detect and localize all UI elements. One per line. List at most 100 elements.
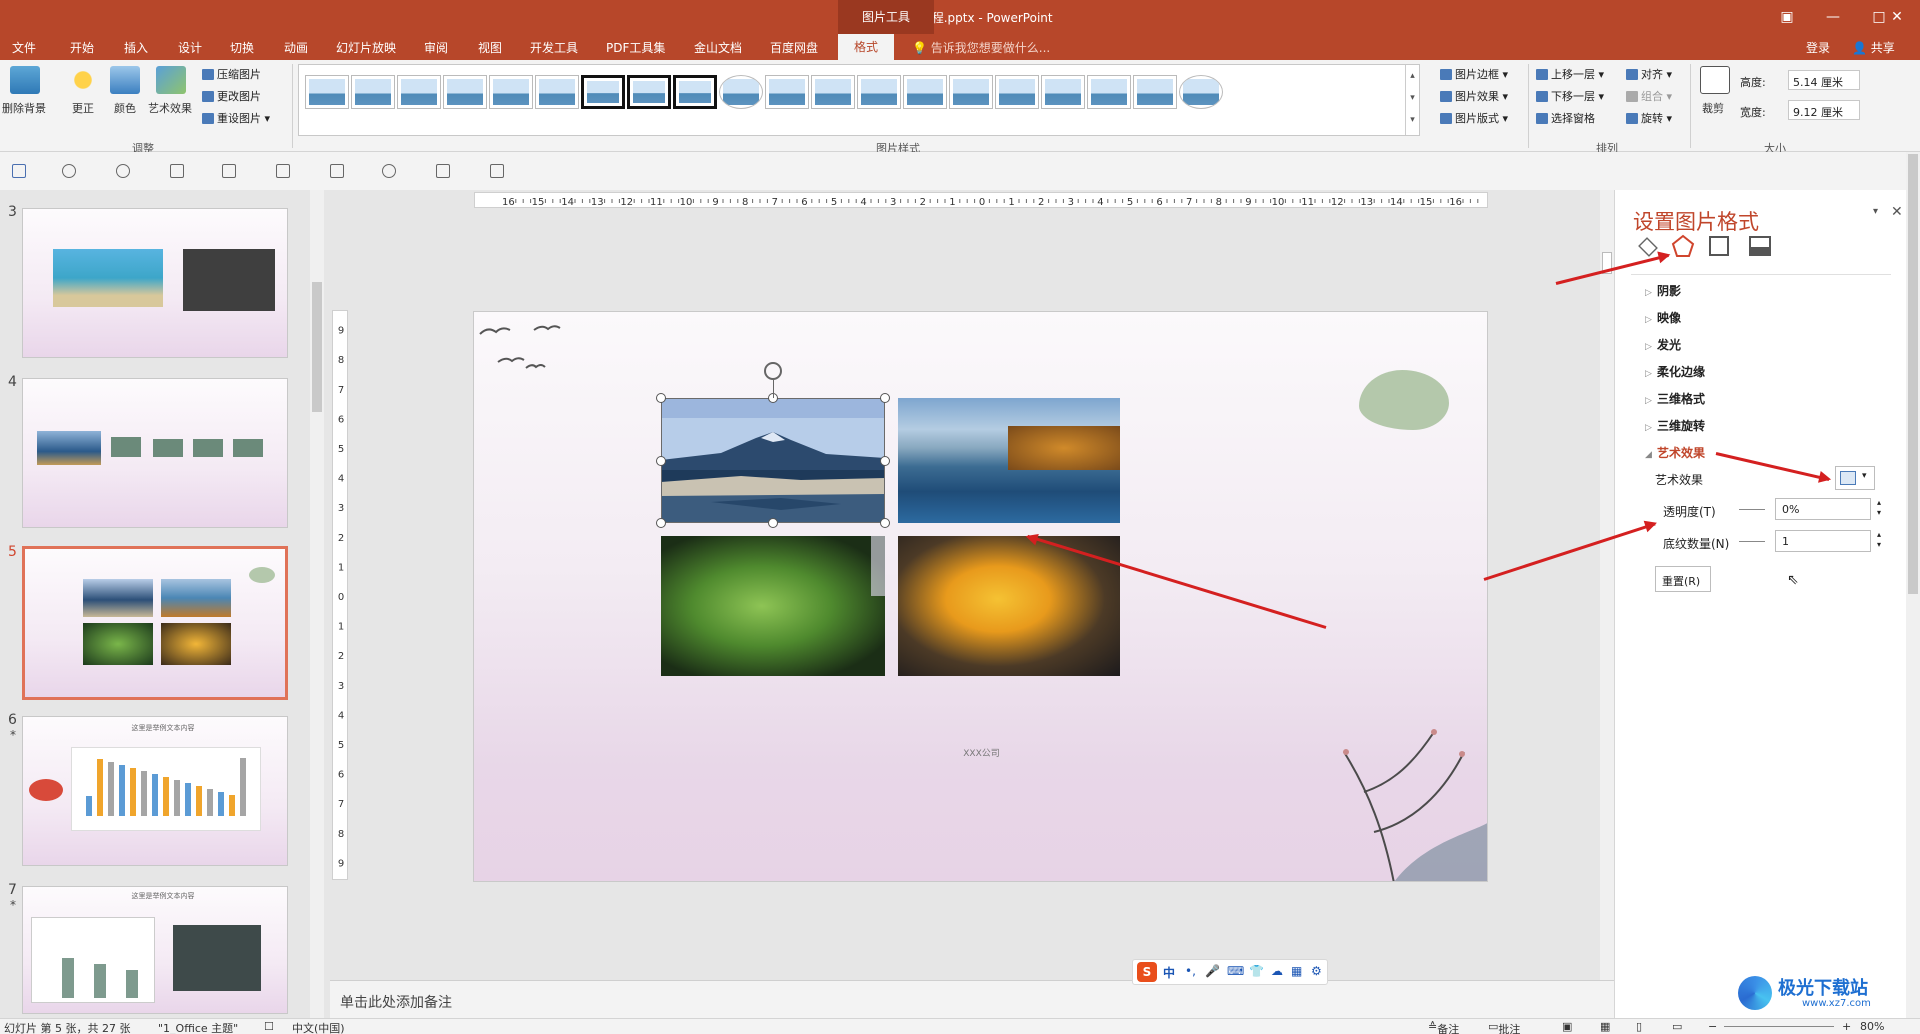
rotate-button[interactable]: 旋转 ▾ (1626, 110, 1672, 126)
notes-pane[interactable]: 单击此处添加备注 (330, 980, 1614, 1018)
save-icon[interactable] (12, 164, 26, 178)
tab-home[interactable]: 开始 (70, 39, 94, 56)
remove-background-icon[interactable] (10, 66, 40, 94)
new-slide-icon[interactable] (170, 164, 184, 178)
close-button[interactable]: ✕ (1874, 0, 1920, 34)
picture-style-option[interactable] (1133, 75, 1177, 109)
selection-pane-button[interactable]: 选择窗格 (1536, 110, 1595, 126)
thumbnail-scrollbar[interactable] (310, 190, 324, 1018)
spin-icon[interactable]: ▴ ▾ (1877, 498, 1881, 518)
size-properties-icon[interactable] (1709, 236, 1729, 256)
align-button[interactable]: 对齐 ▾ (1626, 66, 1672, 82)
crop-label[interactable]: 裁剪 (1702, 100, 1724, 116)
color-label[interactable]: 颜色 (114, 100, 136, 116)
zoom-in-icon[interactable]: + (1842, 1020, 1851, 1033)
picture-style-option[interactable] (903, 75, 947, 109)
slide-footer[interactable]: XXX公司 (474, 746, 1487, 759)
notes-placeholder[interactable]: 单击此处添加备注 (340, 992, 452, 1012)
picture-effects-button[interactable]: 图片效果 ▾ (1440, 88, 1508, 104)
punctuation-icon[interactable]: •, (1185, 964, 1196, 978)
login-link[interactable]: 登录 (1806, 39, 1830, 56)
slide-thumbnail-4[interactable] (22, 378, 288, 528)
reading-view-icon[interactable]: ▯ (1636, 1020, 1642, 1033)
maple-leaf-picture[interactable] (898, 536, 1120, 676)
texture-amount-input[interactable]: 1 (1775, 530, 1871, 552)
scroll-thumb[interactable] (1908, 154, 1918, 594)
present-icon[interactable] (330, 164, 344, 178)
tab-transitions[interactable]: 切换 (230, 39, 254, 56)
crop-icon[interactable] (1700, 66, 1730, 94)
tab-view[interactable]: 视图 (478, 39, 502, 56)
picture-style-option[interactable] (765, 75, 809, 109)
transparency-slider[interactable] (1739, 509, 1765, 510)
section-3d-rotation[interactable]: ▷ 三维旋转 (1645, 417, 1705, 434)
pane-close-icon[interactable]: ✕ (1891, 204, 1903, 220)
picture-style-option[interactable] (857, 75, 901, 109)
slideshow-view-icon[interactable]: ▭ (1672, 1020, 1682, 1033)
slide-canvas[interactable]: XXX公司 (473, 311, 1488, 882)
section-shadow[interactable]: ▷ 阴影 (1645, 282, 1681, 299)
gallery-more-icon[interactable]: ▴ ▾ ▾ (1405, 65, 1419, 135)
tab-slideshow[interactable]: 幻灯片放映 (336, 39, 396, 56)
tab-animations[interactable]: 动画 (284, 39, 308, 56)
edit-vertical-scrollbar[interactable] (1600, 190, 1614, 980)
picture-icon[interactable] (1749, 236, 1771, 256)
window-scrollbar[interactable] (1906, 152, 1920, 1018)
tab-format[interactable]: 格式 (838, 34, 894, 60)
picture-style-option[interactable] (673, 75, 717, 109)
picture-layout-button[interactable]: 图片版式 ▾ (1440, 110, 1508, 126)
picture-style-option[interactable] (1179, 75, 1223, 109)
effects-pentagon-icon[interactable] (1671, 234, 1695, 258)
resize-handle[interactable] (880, 518, 890, 528)
share-button[interactable]: 👤 共享 (1852, 39, 1895, 56)
picture-style-option[interactable] (489, 75, 533, 109)
resize-handle[interactable] (768, 518, 778, 528)
sorter-view-icon[interactable]: ▦ (1600, 1020, 1610, 1033)
resize-handle[interactable] (880, 456, 890, 466)
layout-icon[interactable] (222, 164, 236, 178)
tell-me-search[interactable]: 💡 告诉我您想要做什么... (912, 39, 1050, 56)
reset-picture-button[interactable]: 重设图片 ▾ (202, 110, 270, 126)
skin-icon[interactable]: 👕 (1249, 964, 1264, 978)
tab-insert[interactable]: 插入 (124, 39, 148, 56)
apps-icon[interactable]: ▦ (1291, 964, 1302, 978)
section-glow[interactable]: ▷ 发光 (1645, 336, 1681, 353)
bring-forward-button[interactable]: 上移一层 ▾ (1536, 66, 1604, 82)
ime-toolbar[interactable]: S 中 •, 🎤 ⌨ 👕 ☁ ▦ ⚙ (1132, 959, 1328, 985)
height-input[interactable]: 5.14 厘米 (1788, 70, 1860, 90)
picture-style-option[interactable] (351, 75, 395, 109)
settings-icon[interactable]: ⚙ (1311, 964, 1322, 978)
section-soft-edges[interactable]: ▷ 柔化边缘 (1645, 363, 1705, 380)
picture-styles-gallery[interactable]: ▴ ▾ ▾ (298, 64, 1420, 136)
lake-autumn-picture[interactable] (898, 398, 1120, 523)
resize-handle[interactable] (656, 518, 666, 528)
color-icon[interactable] (110, 66, 140, 94)
print-preview-icon[interactable] (490, 164, 504, 178)
change-picture-button[interactable]: 更改图片 (202, 88, 261, 104)
reset-button[interactable]: 重置(R) (1655, 566, 1711, 592)
resize-handle[interactable] (880, 393, 890, 403)
keyboard-icon[interactable]: ⌨ (1227, 964, 1244, 978)
section-3d-format[interactable]: ▷ 三维格式 (1645, 390, 1705, 407)
zoom-out-icon[interactable]: − (1708, 1020, 1717, 1033)
picture-style-option[interactable] (1087, 75, 1131, 109)
slide-thumbnail-5-selected[interactable] (22, 546, 288, 700)
tab-file[interactable]: 文件 (12, 39, 36, 56)
picture-style-option[interactable] (995, 75, 1039, 109)
transparency-input[interactable]: 0% (1775, 498, 1871, 520)
corrections-label[interactable]: 更正 (72, 100, 94, 116)
tab-baidu-pan[interactable]: 百度网盘 (770, 39, 818, 56)
slide-thumbnail-6[interactable]: 这里是举例文本内容 (22, 716, 288, 866)
fill-line-icon[interactable] (1638, 237, 1658, 257)
zoom-icon[interactable] (382, 164, 396, 178)
tab-pdf-tools[interactable]: PDF工具集 (606, 39, 665, 56)
width-input[interactable]: 9.12 厘米 (1788, 100, 1860, 120)
picture-style-option[interactable] (719, 75, 763, 109)
tab-review[interactable]: 审阅 (424, 39, 448, 56)
picture-style-option[interactable] (627, 75, 671, 109)
redo-icon[interactable] (116, 164, 130, 178)
artistic-effects-icon[interactable] (156, 66, 186, 94)
scroll-thumb[interactable] (312, 282, 322, 412)
ribbon-display-icon[interactable]: ▣ (1764, 0, 1810, 34)
remove-background-label[interactable]: 删除背景 (2, 100, 46, 116)
